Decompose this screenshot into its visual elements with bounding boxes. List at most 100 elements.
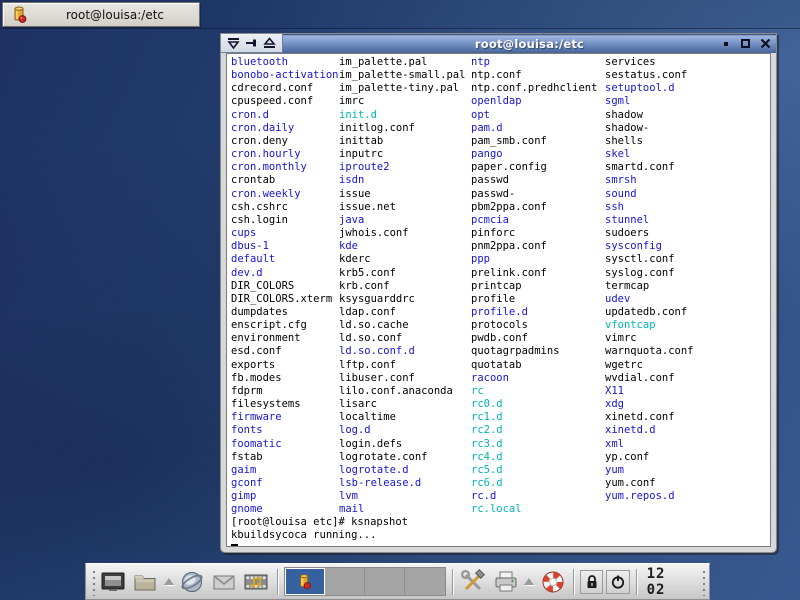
shell-prompt-line: [root@louisa etc]# ksnapshot — [231, 516, 408, 529]
titlebar-title-area[interactable]: root@louisa:/etc — [283, 34, 776, 53]
file-entry: cpuspeed.conf — [231, 95, 338, 108]
file-entry: login.defs — [339, 438, 465, 451]
maximize-button[interactable] — [739, 37, 752, 50]
mail-icon — [210, 568, 238, 596]
file-entry: im_palette-small.pal — [339, 69, 465, 82]
folder-icon — [131, 568, 159, 596]
lock-screen-button[interactable] — [580, 570, 603, 594]
eject-icon[interactable] — [263, 37, 276, 49]
file-entry: xml — [605, 438, 694, 451]
file-entry: initlog.conf — [339, 122, 465, 135]
file-entry: issue.net — [339, 201, 465, 214]
file-entry: lvm — [339, 490, 465, 503]
terminal-column-2: im_palette.palim_palette-small.palim_pal… — [339, 56, 465, 516]
file-entry: esd.conf — [231, 345, 338, 358]
file-entry: profile.d — [471, 306, 597, 319]
file-entry: ppp — [471, 253, 597, 266]
file-entry: yum.conf — [605, 477, 694, 490]
file-entry: xdg — [605, 398, 694, 411]
file-entry: bonobo-activation — [231, 69, 338, 82]
file-entry: localtime — [339, 411, 465, 424]
terminal-output[interactable]: bluetoothbonobo-activationcdrecord.confc… — [226, 53, 771, 547]
power-icon — [610, 574, 626, 590]
file-entry: im_palette-tiny.pal — [339, 82, 465, 95]
email-button[interactable] — [210, 567, 239, 597]
file-entry: prelink.conf — [471, 267, 597, 280]
file-entry: opt — [471, 109, 597, 122]
file-entry: cron.daily — [231, 122, 338, 135]
file-entry: ld.so.conf — [339, 332, 465, 345]
file-entry: services — [605, 56, 694, 69]
file-entry: filesystems — [231, 398, 338, 411]
file-entry: yum — [605, 464, 694, 477]
file-entry: passwd — [471, 174, 597, 187]
minimize-button[interactable] — [719, 37, 732, 50]
file-entry: lsb-release.d — [339, 477, 465, 490]
file-entry: rc — [471, 385, 597, 398]
logout-button[interactable] — [606, 570, 629, 594]
home-folder-button[interactable] — [131, 567, 160, 597]
file-entry: pnm2ppa.conf — [471, 240, 597, 253]
file-entry: fb.modes — [231, 372, 338, 385]
file-entry: csh.login — [231, 214, 338, 227]
file-entry: mail — [339, 503, 465, 516]
file-entry: sysctl.conf — [605, 253, 694, 266]
file-entry: libuser.conf — [339, 372, 465, 385]
pager-desktop-3[interactable] — [365, 568, 405, 595]
pager-desktop-1[interactable] — [285, 568, 325, 595]
file-entry: dbus-1 — [231, 240, 338, 253]
file-entry: termcap — [605, 280, 694, 293]
file-entry: imrc — [339, 95, 465, 108]
pager-desktop-4[interactable] — [405, 568, 445, 595]
file-entry: fdprm — [231, 385, 338, 398]
file-entry: rc6.d — [471, 477, 597, 490]
panel-clock[interactable]: 12 02 — [643, 566, 697, 598]
popup-arrow-icon[interactable] — [524, 578, 534, 585]
taskbar-entry-label: root@louisa:/etc — [31, 8, 199, 22]
file-entry: smrsh — [605, 174, 694, 187]
file-entry: rc1.d — [471, 411, 597, 424]
multimedia-button[interactable] — [242, 567, 271, 597]
show-desktop-button[interactable] — [99, 567, 128, 597]
pin-icon[interactable] — [245, 37, 258, 49]
file-entry: vimrc — [605, 332, 694, 345]
file-entry: pinforc — [471, 227, 597, 240]
close-icon — [760, 38, 771, 49]
file-entry: shells — [605, 135, 694, 148]
konsole-window: root@louisa:/etc bluetoothbonobo-activat… — [220, 33, 777, 553]
file-entry: cron.monthly — [231, 161, 338, 174]
file-entry: gconf — [231, 477, 338, 490]
konsole-icon — [295, 572, 315, 592]
file-entry: iproute2 — [339, 161, 465, 174]
pager-desktop-2[interactable] — [325, 568, 365, 595]
help-center-button[interactable] — [538, 567, 567, 597]
file-entry: cron.hourly — [231, 148, 338, 161]
popup-arrow-icon[interactable] — [164, 578, 174, 585]
file-entry: printcap — [471, 280, 597, 293]
system-settings-button[interactable] — [459, 567, 488, 597]
file-entry: ld.so.conf.d — [339, 345, 465, 358]
shade-icon[interactable] — [227, 37, 240, 49]
panel-separator — [277, 569, 278, 595]
file-entry: wgetrc — [605, 359, 694, 372]
file-entry: pwdb.conf — [471, 332, 597, 345]
file-entry: DIR_COLORS — [231, 280, 338, 293]
file-entry: pam_smb.conf — [471, 135, 597, 148]
web-browser-button[interactable] — [178, 567, 207, 597]
file-entry: sestatus.conf — [605, 69, 694, 82]
file-entry: shadow- — [605, 122, 694, 135]
help-icon — [539, 568, 567, 596]
file-entry: sound — [605, 188, 694, 201]
file-entry: init.d — [339, 109, 465, 122]
file-entry: im_palette.pal — [339, 56, 465, 69]
terminal-column-1: bluetoothbonobo-activationcdrecord.confc… — [231, 56, 338, 516]
file-entry: ssh — [605, 201, 694, 214]
taskbar-entry-konsole[interactable]: root@louisa:/etc — [2, 2, 200, 27]
panel-handle-left[interactable] — [89, 567, 96, 596]
window-titlebar[interactable]: root@louisa:/etc — [221, 34, 776, 53]
panel-handle-right[interactable] — [699, 567, 706, 596]
file-entry: gaim — [231, 464, 338, 477]
close-button[interactable] — [759, 37, 772, 50]
file-entry: fstab — [231, 451, 338, 464]
print-manager-button[interactable] — [491, 567, 520, 597]
